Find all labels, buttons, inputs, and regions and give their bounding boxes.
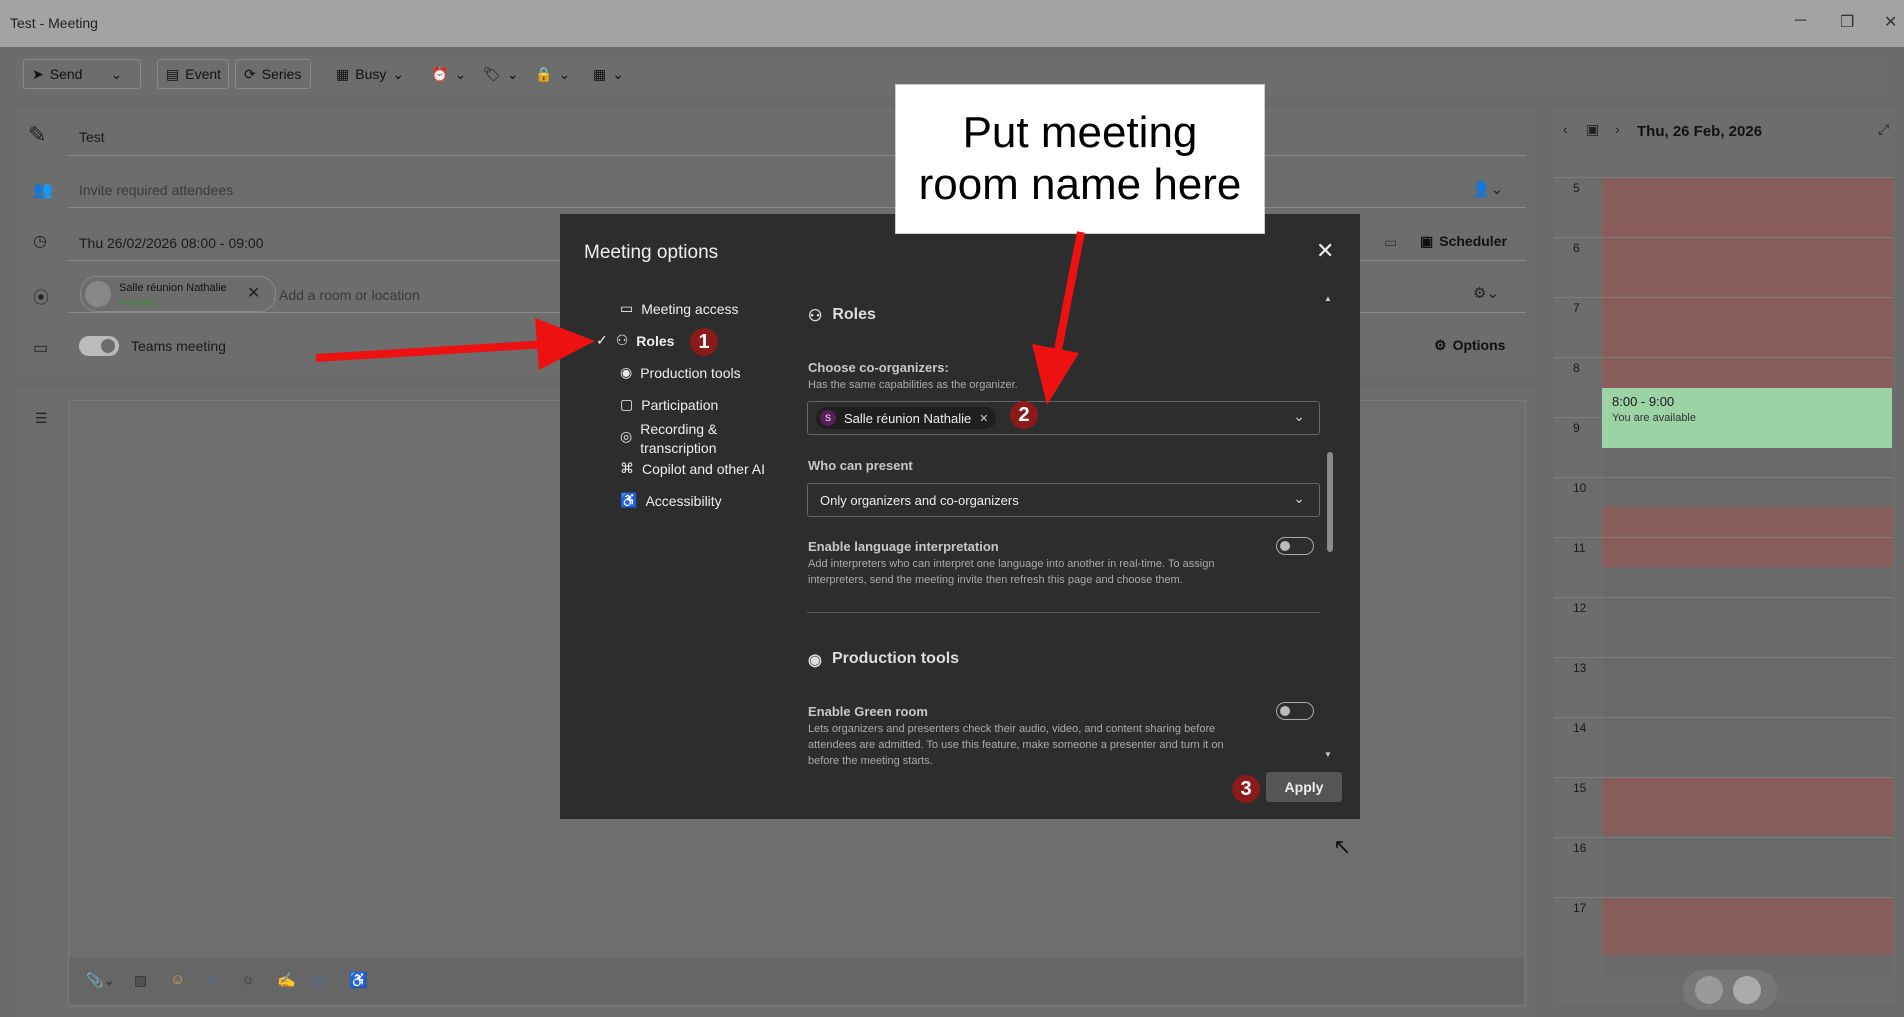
arrow-chip-line xyxy=(1054,231,1085,351)
arrow-roles-head xyxy=(535,318,595,370)
avatar[interactable] xyxy=(1695,976,1723,1004)
annotation-badge-1: 1 xyxy=(690,328,718,356)
presence-bar xyxy=(1683,970,1777,1010)
annotation-badge-2: 2 xyxy=(1010,401,1038,429)
avatar[interactable] xyxy=(1733,976,1761,1004)
annotation-arrows xyxy=(315,231,1085,405)
mouse-cursor-icon: ↖ xyxy=(1333,834,1352,859)
arrow-chip-head xyxy=(1032,344,1079,405)
arrow-roles-line xyxy=(315,340,549,362)
annotation-badge-3: 3 xyxy=(1232,775,1260,803)
